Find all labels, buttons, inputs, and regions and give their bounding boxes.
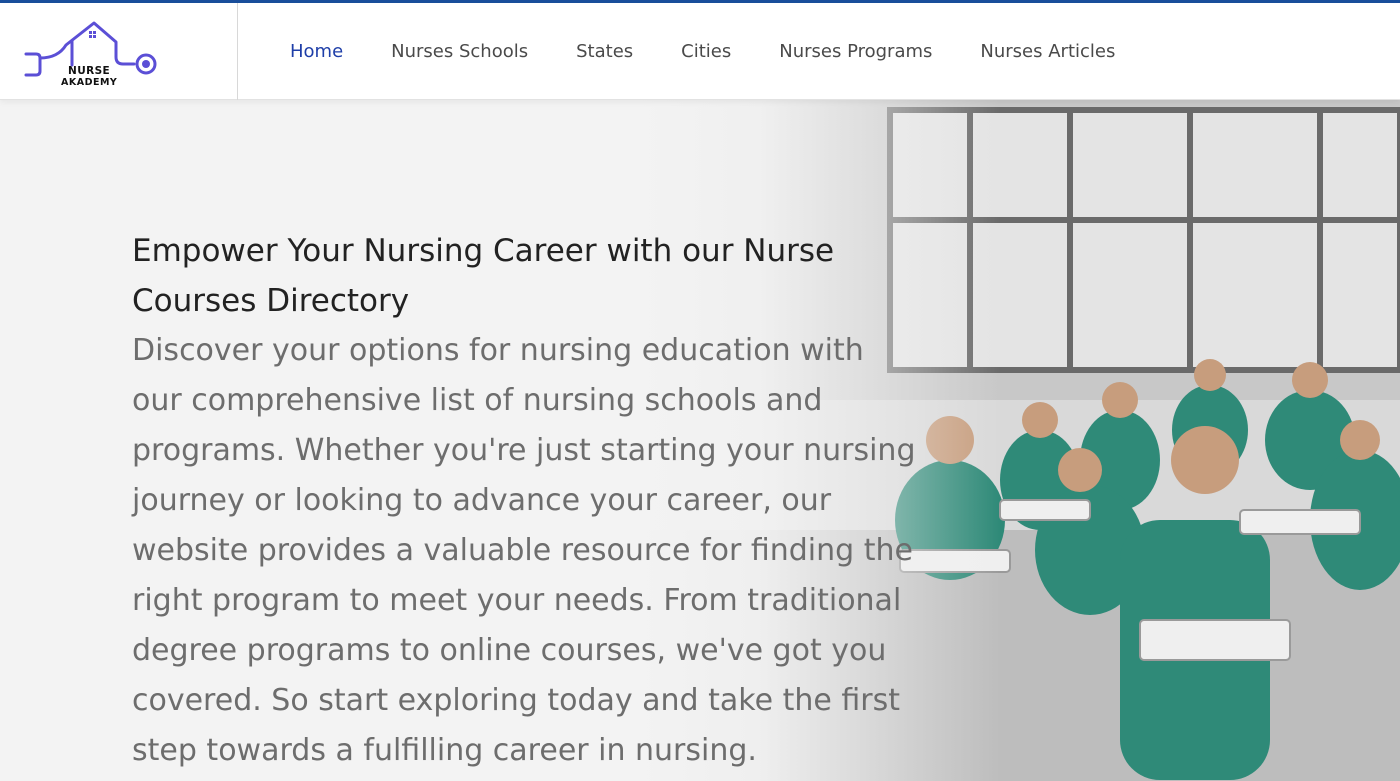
logo-text-nurse: NURSE bbox=[68, 65, 111, 77]
nav-nurses-programs[interactable]: Nurses Programs bbox=[779, 41, 932, 62]
hero-description: Discover your options for nursing educat… bbox=[132, 333, 916, 768]
hero-title: Empower Your Nursing Career with our Nur… bbox=[132, 233, 835, 319]
main-nav: Home Nurses Schools States Cities Nurses… bbox=[290, 3, 1163, 100]
nav-cities[interactable]: Cities bbox=[681, 41, 731, 62]
nav-home[interactable]: Home bbox=[290, 41, 343, 62]
hero-section: Empower Your Nursing Career with our Nur… bbox=[0, 100, 1400, 781]
hero-text-block: Empower Your Nursing Career with our Nur… bbox=[132, 226, 922, 776]
logo-text-akademy: AKADEMY bbox=[61, 77, 118, 88]
nav-states[interactable]: States bbox=[576, 41, 633, 62]
logo[interactable]: NURSE AKADEMY bbox=[0, 3, 238, 100]
site-header: NURSE AKADEMY Home Nurses Schools States… bbox=[0, 3, 1400, 100]
nav-nurses-articles[interactable]: Nurses Articles bbox=[980, 41, 1115, 62]
nav-nurses-schools[interactable]: Nurses Schools bbox=[391, 41, 528, 62]
